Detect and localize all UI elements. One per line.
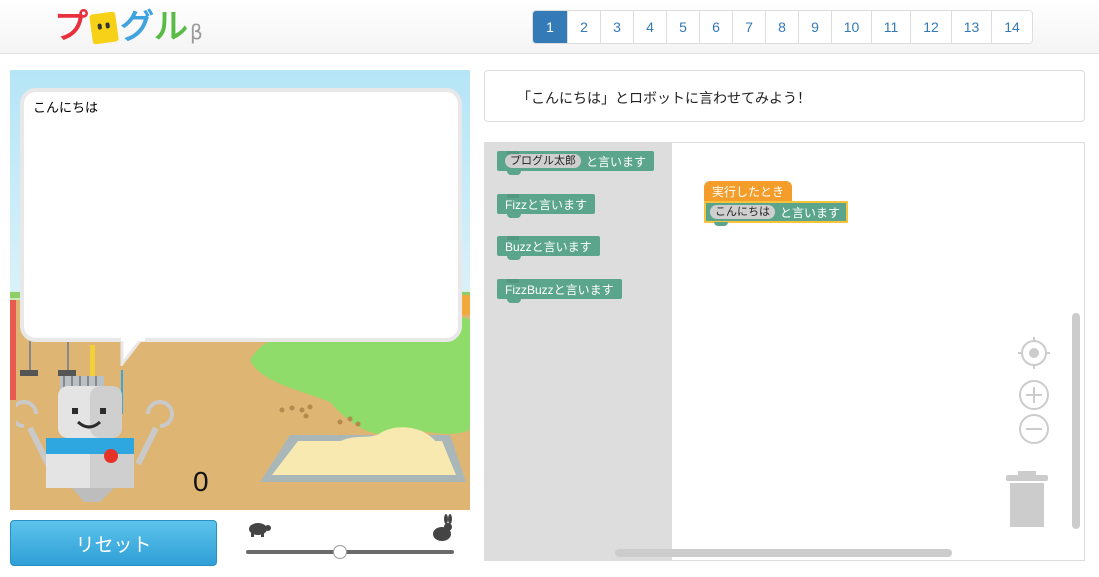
page-link-5[interactable]: 5 (666, 11, 699, 43)
stage-canvas: こんにちは 0 (10, 70, 470, 510)
page-link-10[interactable]: 10 (831, 11, 871, 43)
toolbox-block-say-buzz[interactable]: Buzzと言います (497, 236, 600, 260)
page-link-4[interactable]: 4 (633, 11, 666, 43)
block-value-pill[interactable]: プログル太郎 (505, 154, 581, 168)
workspace-vertical-scrollbar[interactable] (1072, 313, 1080, 529)
stage-pagination: 1 2 3 4 5 6 7 8 9 10 11 12 13 14 (532, 10, 1033, 44)
page-link-13[interactable]: 13 (951, 11, 991, 43)
page-link-3[interactable]: 3 (600, 11, 633, 43)
turtle-icon (249, 523, 271, 537)
speed-thumb[interactable] (333, 545, 347, 559)
say-block-label: と言います (780, 205, 841, 220)
block-label: Fizzと言います (505, 197, 587, 212)
header: プ グ ル β 1 2 3 4 5 6 7 8 9 10 11 12 13 14 (0, 0, 1099, 54)
logo-char: グ (120, 7, 154, 47)
page-link-11[interactable]: 11 (871, 11, 910, 43)
speech-bubble-tail (120, 336, 146, 366)
page-link-9[interactable]: 9 (798, 11, 831, 43)
block-label: Buzzと言います (505, 239, 592, 254)
instruction-panel: 「こんにちは」とロボットに言わせてみよう！ (484, 70, 1085, 122)
recenter-icon[interactable] (1018, 337, 1050, 369)
speed-track[interactable] (246, 550, 454, 554)
toolbox-block-say-fizz[interactable]: Fizzと言います (497, 194, 595, 218)
block-label: FizzBuzzと言います (505, 282, 614, 297)
block-toolbox: プログル太郎 と言います Fizzと言います Buzzと言います FizzBuz… (485, 143, 672, 560)
workspace-horizontal-scrollbar[interactable] (615, 549, 952, 557)
zoom-out-icon[interactable] (1018, 413, 1050, 445)
logo-face-icon (89, 11, 119, 45)
page-link-14[interactable]: 14 (991, 11, 1032, 43)
block-label: と言います (586, 154, 647, 169)
trash-icon[interactable] (1004, 469, 1050, 529)
blockly-workspace[interactable]: プログル太郎 と言います Fizzと言います Buzzと言います FizzBuz… (484, 142, 1085, 561)
page-link-7[interactable]: 7 (732, 11, 765, 43)
robot-character-icon (16, 370, 174, 502)
page-link-12[interactable]: 12 (910, 11, 951, 43)
speed-slider[interactable] (246, 514, 456, 564)
page-link-8[interactable]: 8 (765, 11, 798, 43)
when-run-event-block[interactable]: 実行したとき (704, 181, 793, 201)
page-link-1[interactable]: 1 (533, 11, 567, 43)
loop-counter: 0 (193, 466, 209, 497)
zoom-in-icon[interactable] (1018, 379, 1050, 411)
say-value-pill[interactable]: こんにちは (710, 205, 775, 219)
speech-bubble: こんにちは (20, 88, 462, 342)
rabbit-icon (433, 514, 452, 541)
reset-button[interactable]: リセット (10, 520, 217, 566)
page-link-2[interactable]: 2 (567, 11, 600, 43)
logo-beta: β (190, 20, 203, 44)
toolbox-block-say-fizzbuzz[interactable]: FizzBuzzと言います (497, 279, 622, 303)
speech-text: こんにちは (33, 100, 99, 115)
logo-char: プ (54, 7, 88, 47)
logo-char: ル (154, 7, 188, 47)
say-block[interactable]: こんにちは と言います (704, 201, 848, 226)
page-link-6[interactable]: 6 (699, 11, 732, 43)
proguru-logo[interactable]: プ グ ル β (54, 7, 203, 47)
toolbox-block-say-name[interactable]: プログル太郎 と言います (497, 151, 655, 175)
